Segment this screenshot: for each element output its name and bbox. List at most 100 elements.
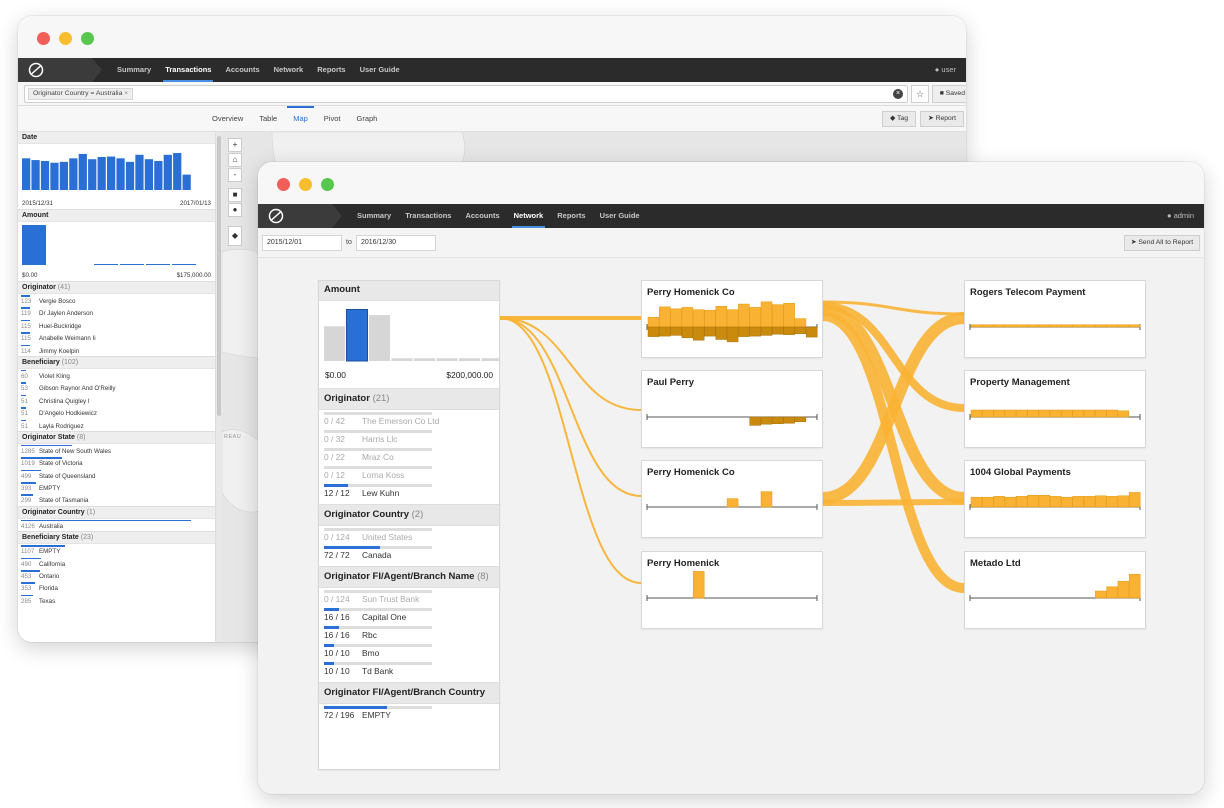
outflow-bar[interactable] [1095, 409, 1107, 418]
outflow-bar[interactable] [970, 324, 983, 328]
outflow-bar[interactable] [783, 302, 795, 328]
outflow-bar[interactable] [1128, 492, 1141, 508]
nav-tab-reports[interactable]: Reports [310, 58, 352, 82]
facet-row[interactable]: 1019 State of Victoria [18, 456, 215, 468]
outflow-bar[interactable] [794, 318, 807, 328]
inflow-bar[interactable] [704, 326, 716, 337]
nav-tab-summary[interactable]: Summary [350, 204, 398, 228]
date-bar[interactable] [182, 174, 191, 190]
facet-row[interactable]: 53 Gibson Raynor And O'Reilly [18, 381, 215, 393]
zoom-in-button[interactable]: + [228, 138, 242, 152]
inflow-bar[interactable] [738, 326, 750, 337]
date-bar[interactable] [125, 161, 135, 190]
facet-row[interactable]: 12 / 12 Lew Kuhn [319, 482, 499, 500]
outflow-bar[interactable] [1095, 324, 1107, 328]
outflow-bar[interactable] [1061, 496, 1073, 508]
date-bar[interactable] [116, 158, 125, 190]
inflow-bar[interactable] [647, 326, 660, 337]
outflow-bar[interactable] [1083, 324, 1096, 328]
facet-row[interactable]: 285 Texas [18, 594, 215, 606]
inflow-bar[interactable] [783, 416, 795, 424]
nav-tab-accounts[interactable]: Accounts [218, 58, 266, 82]
date-to-input[interactable]: 2016/12/30 [356, 235, 436, 251]
outflow-bar[interactable] [1128, 324, 1141, 328]
inflow-bar[interactable] [772, 416, 784, 424]
filter-search-input[interactable]: Originator Country = Australia × × [24, 85, 908, 103]
outflow-bar[interactable] [1106, 586, 1118, 599]
facet-row[interactable]: 16 / 16 Rbc [319, 624, 499, 642]
amount-bar[interactable] [94, 264, 118, 265]
flow-link[interactable] [499, 317, 642, 584]
date-histogram[interactable] [18, 144, 216, 194]
nav-tab-accounts[interactable]: Accounts [458, 204, 506, 228]
outflow-bar[interactable] [692, 309, 705, 328]
facet-row[interactable]: 0 / 124 United States [319, 526, 499, 544]
view-tab-graph[interactable]: Graph [348, 106, 385, 132]
outflow-bar[interactable] [760, 301, 773, 328]
favorite-button[interactable]: ☆ [911, 85, 929, 103]
inflow-bar[interactable] [760, 416, 773, 425]
outflow-bar[interactable] [1027, 324, 1039, 328]
inflow-bar[interactable] [794, 416, 807, 423]
node-histogram[interactable] [965, 371, 1147, 449]
node-histogram[interactable] [965, 552, 1147, 630]
draw-rectangle-button[interactable]: ■ [228, 188, 242, 202]
facet-row[interactable]: 119 Dr Jaylen Anderson [18, 306, 215, 318]
amount-bar-selected[interactable] [22, 225, 46, 265]
tag-button[interactable]: ◆ Tag [882, 111, 916, 127]
outflow-bar[interactable] [1027, 409, 1039, 418]
outflow-bar[interactable] [670, 308, 682, 328]
node-middle_nodes-0[interactable]: Perry Homenick Co [641, 280, 823, 358]
nav-tab-transactions[interactable]: Transactions [398, 204, 458, 228]
layers-button[interactable]: ◆ [228, 226, 242, 246]
maximize-window-button[interactable] [81, 32, 94, 45]
date-bar[interactable] [173, 153, 182, 190]
node-middle_nodes-1[interactable]: Paul Perry [641, 370, 823, 448]
facet-row[interactable]: 0 / 22 Mraz Co [319, 446, 499, 464]
outflow-bar[interactable] [1004, 324, 1017, 328]
date-bar[interactable] [144, 159, 154, 190]
nav-tab-user-guide[interactable]: User Guide [593, 204, 647, 228]
date-bar[interactable] [78, 153, 87, 190]
view-tab-pivot[interactable]: Pivot [316, 106, 349, 132]
outflow-bar[interactable] [1015, 324, 1028, 328]
outflow-bar[interactable] [772, 304, 784, 328]
node-right_nodes-3[interactable]: Metado Ltd [964, 551, 1146, 629]
amount-bar[interactable] [414, 358, 435, 361]
outflow-bar[interactable] [1072, 324, 1084, 328]
close-window-button[interactable] [37, 32, 50, 45]
app-logo-icon[interactable] [268, 208, 284, 224]
date-bar[interactable] [31, 160, 40, 190]
node-right_nodes-1[interactable]: Property Management [964, 370, 1146, 448]
amount-bar[interactable] [146, 264, 170, 265]
outflow-bar[interactable] [1061, 409, 1073, 418]
user-menu[interactable]: ● user [935, 58, 956, 82]
facet-row[interactable]: 115 Huel-Buckridge [18, 319, 215, 331]
outflow-bar[interactable] [1095, 495, 1107, 508]
facet-row[interactable]: 4126 Australia [18, 519, 215, 531]
outflow-bar[interactable] [1004, 409, 1017, 418]
outflow-bar[interactable] [1049, 324, 1062, 328]
outflow-bar[interactable] [749, 307, 761, 328]
facet-row[interactable]: 10 / 10 Td Bank [319, 660, 499, 678]
outflow-bar[interactable] [681, 307, 694, 328]
facet-row[interactable]: 10 / 10 Bmo [319, 642, 499, 660]
facet-row[interactable]: 51 Christina Quigley I [18, 394, 215, 406]
amount-bar[interactable] [459, 358, 480, 361]
minimize-window-button[interactable] [59, 32, 72, 45]
amount-bar-selected[interactable] [346, 308, 368, 362]
date-bar[interactable] [69, 158, 78, 190]
outflow-bar[interactable] [704, 309, 716, 328]
facet-row[interactable]: 453 Ontario [18, 569, 215, 581]
amount-histogram[interactable] [319, 301, 503, 363]
scrollbar-thumb[interactable] [217, 136, 221, 416]
inflow-bar[interactable] [692, 326, 705, 341]
facet-row[interactable]: 114 Jimmy Koelpin [18, 344, 215, 356]
view-tab-overview[interactable]: Overview [204, 106, 251, 132]
outflow-bar[interactable] [1117, 324, 1130, 328]
outflow-bar[interactable] [1015, 496, 1028, 508]
inflow-bar[interactable] [681, 326, 694, 339]
node-middle_nodes-2[interactable]: Perry Homenick Co [641, 460, 823, 538]
amount-histogram[interactable] [18, 222, 216, 266]
node-histogram[interactable] [965, 461, 1147, 539]
